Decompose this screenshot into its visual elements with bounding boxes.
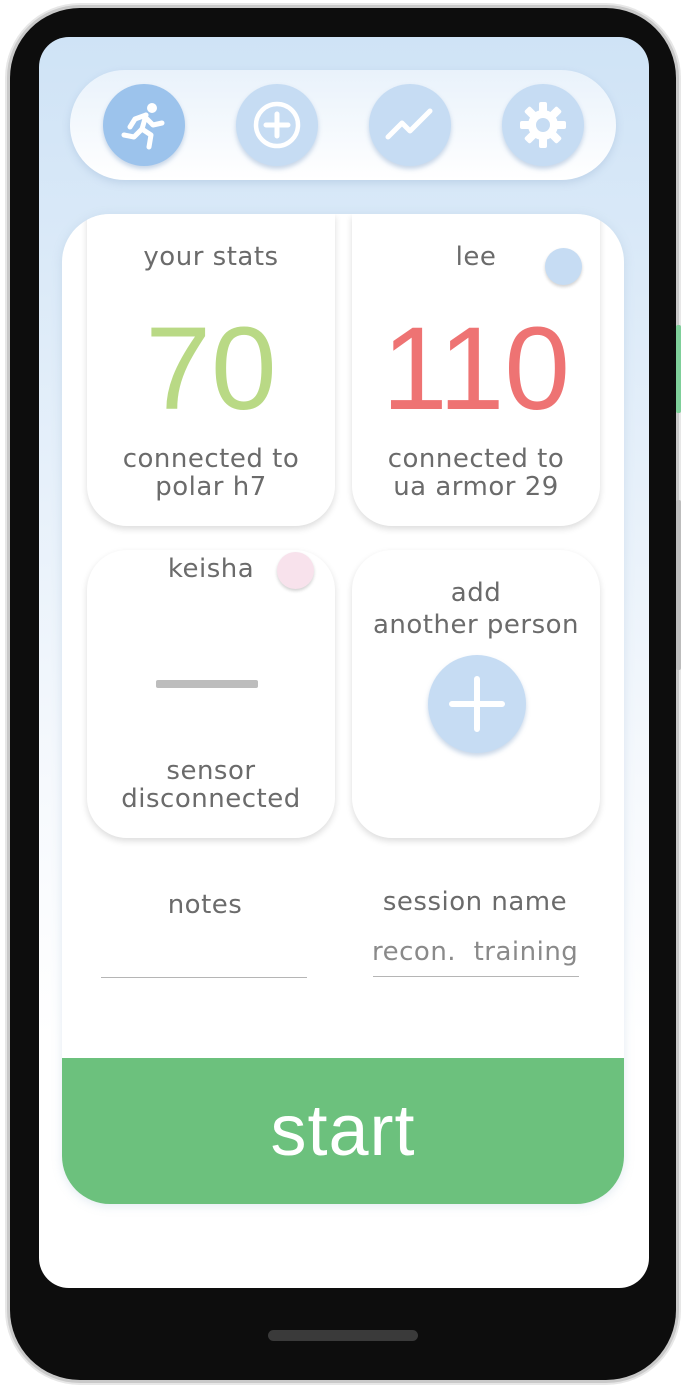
session-card: your stats 70 connected to polar h7 lee … <box>62 214 624 1204</box>
notes-label: notes <box>167 890 243 920</box>
person-tile-self[interactable]: your stats 70 connected to polar h7 <box>87 214 335 526</box>
session-name-underline <box>373 976 579 977</box>
start-button-label: start <box>270 1091 416 1171</box>
nav-add-button[interactable] <box>236 84 318 166</box>
add-person-label: add another person <box>372 578 580 640</box>
nav-activity-button[interactable] <box>103 84 185 166</box>
connection-status: connected to ua armor 29 <box>387 444 565 502</box>
heart-rate-value: 110 <box>381 303 571 435</box>
plus-icon <box>449 676 505 732</box>
person-color-dot[interactable] <box>545 248 582 285</box>
person-tile-keisha[interactable]: keisha sensor disconnected <box>87 550 335 838</box>
add-person-tile[interactable]: add another person <box>352 550 600 838</box>
volume-button <box>676 500 681 670</box>
session-name-label: session name <box>382 887 568 917</box>
connection-status: connected to polar h7 <box>122 444 300 502</box>
side-button <box>676 325 681 413</box>
connection-status: sensor disconnected <box>121 756 301 814</box>
nav-settings-button[interactable] <box>502 84 584 166</box>
notes-underline <box>101 977 307 978</box>
person-name: your stats <box>143 242 279 272</box>
notes-input[interactable] <box>102 934 308 974</box>
home-indicator <box>268 1330 418 1341</box>
heart-rate-value: 70 <box>145 303 277 435</box>
session-name-input[interactable] <box>372 931 578 973</box>
person-tile-lee[interactable]: lee 110 connected to ua armor 29 <box>352 214 600 526</box>
plus-circle-icon <box>253 101 301 149</box>
gear-icon <box>520 102 566 148</box>
nav-history-button[interactable] <box>369 84 451 166</box>
start-button[interactable]: start <box>62 1058 624 1204</box>
top-nav <box>70 70 616 180</box>
person-color-dot[interactable] <box>277 552 314 589</box>
no-reading-dash <box>156 680 258 688</box>
add-person-button[interactable] <box>428 655 526 753</box>
trend-line-icon <box>385 108 433 140</box>
running-person-icon <box>121 103 165 150</box>
